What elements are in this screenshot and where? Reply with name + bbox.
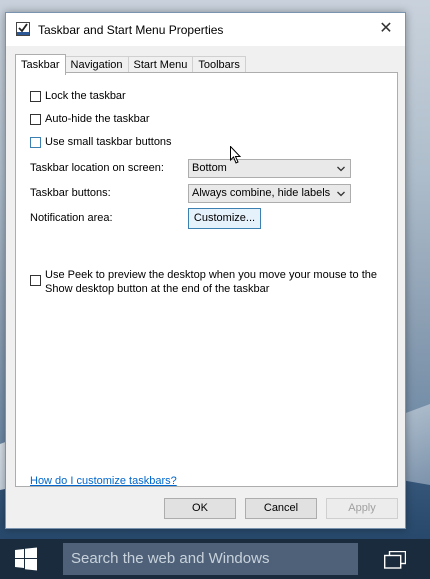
title-bar[interactable]: Taskbar and Start Menu Properties ✕ — [6, 13, 405, 46]
windows-start-icon[interactable] — [13, 546, 39, 572]
taskbar-buttons-dropdown[interactable]: Always combine, hide labels — [188, 184, 351, 203]
notification-area-label: Notification area: — [30, 212, 113, 224]
taskbar-buttons-value: Always combine, hide labels — [192, 187, 331, 199]
small-buttons-label: Use small taskbar buttons — [45, 136, 172, 148]
location-value: Bottom — [192, 162, 227, 174]
autohide-label: Auto-hide the taskbar — [45, 113, 150, 125]
help-link[interactable]: How do I customize taskbars? — [30, 475, 177, 487]
properties-dialog: Taskbar and Start Menu Properties ✕ Task… — [5, 12, 406, 529]
close-icon: ✕ — [379, 20, 393, 37]
tab-taskbar[interactable]: Taskbar — [15, 54, 66, 75]
apply-button[interactable]: Apply — [326, 498, 398, 519]
peek-label-line1: Use Peek to preview the desktop when you… — [45, 269, 378, 281]
lock-taskbar-checkbox[interactable] — [30, 90, 41, 102]
close-button[interactable]: ✕ — [367, 13, 405, 43]
taskbar-properties-icon — [16, 22, 30, 36]
taskbar-buttons-label: Taskbar buttons: — [30, 187, 111, 199]
window-title: Taskbar and Start Menu Properties — [38, 23, 224, 37]
small-buttons-option[interactable]: Use small taskbar buttons — [30, 136, 172, 148]
chevron-down-icon — [337, 191, 345, 197]
taskbar-tab-panel: Lock the taskbar Auto-hide the taskbar U… — [15, 72, 398, 487]
location-dropdown[interactable]: Bottom — [188, 159, 351, 178]
cancel-button[interactable]: Cancel — [245, 498, 317, 519]
task-view-icon[interactable] — [384, 551, 406, 569]
windows-taskbar: Search the web and Windows — [0, 539, 430, 579]
lock-taskbar-label: Lock the taskbar — [45, 90, 126, 102]
autohide-option[interactable]: Auto-hide the taskbar — [30, 113, 150, 125]
tab-strip: Taskbar Navigation Start Menu Toolbars — [15, 54, 246, 75]
peek-option[interactable]: Use Peek to preview the desktop when you… — [30, 268, 377, 296]
mouse-cursor-icon — [230, 146, 242, 164]
customize-button[interactable]: Customize... — [188, 208, 261, 229]
taskbar-search-box[interactable]: Search the web and Windows — [63, 543, 358, 575]
autohide-checkbox[interactable] — [30, 113, 41, 125]
peek-label-line2: Show desktop button at the end of the ta… — [45, 283, 270, 295]
ok-button[interactable]: OK — [164, 498, 236, 519]
location-label: Taskbar location on screen: — [30, 162, 164, 174]
small-buttons-checkbox[interactable] — [30, 136, 41, 148]
lock-taskbar-option[interactable]: Lock the taskbar — [30, 90, 126, 102]
peek-checkbox[interactable] — [30, 275, 41, 286]
chevron-down-icon — [337, 166, 345, 172]
